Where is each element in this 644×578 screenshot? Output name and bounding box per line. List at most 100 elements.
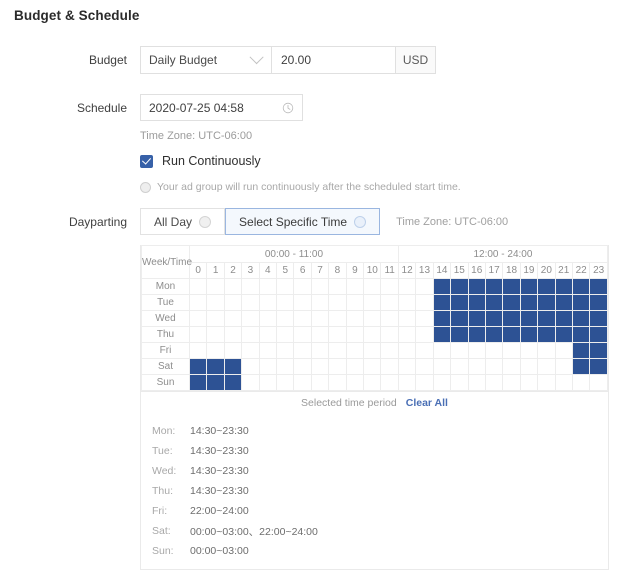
grid-cell-wed-1[interactable] — [207, 311, 224, 327]
grid-cell-wed-14[interactable] — [433, 311, 450, 327]
grid-cell-thu-13[interactable] — [416, 327, 433, 343]
grid-cell-sat-2[interactable] — [224, 359, 241, 375]
grid-cell-sat-5[interactable] — [277, 359, 294, 375]
grid-cell-wed-11[interactable] — [381, 311, 398, 327]
grid-cell-mon-20[interactable] — [538, 279, 555, 295]
grid-cell-sat-22[interactable] — [572, 359, 589, 375]
grid-cell-wed-21[interactable] — [555, 311, 572, 327]
grid-cell-tue-20[interactable] — [538, 295, 555, 311]
grid-cell-sun-17[interactable] — [485, 375, 502, 391]
grid-cell-sat-17[interactable] — [485, 359, 502, 375]
grid-cell-sun-18[interactable] — [503, 375, 520, 391]
grid-cell-fri-1[interactable] — [207, 343, 224, 359]
grid-cell-fri-6[interactable] — [294, 343, 311, 359]
grid-cell-wed-17[interactable] — [485, 311, 502, 327]
grid-cell-wed-4[interactable] — [259, 311, 276, 327]
grid-cell-sun-8[interactable] — [329, 375, 346, 391]
grid-cell-thu-21[interactable] — [555, 327, 572, 343]
grid-cell-sat-7[interactable] — [311, 359, 328, 375]
grid-cell-mon-0[interactable] — [190, 279, 207, 295]
grid-cell-sun-22[interactable] — [572, 375, 589, 391]
grid-cell-sun-7[interactable] — [311, 375, 328, 391]
grid-cell-sun-11[interactable] — [381, 375, 398, 391]
grid-cell-sat-15[interactable] — [451, 359, 468, 375]
grid-cell-wed-22[interactable] — [572, 311, 589, 327]
grid-cell-fri-23[interactable] — [590, 343, 608, 359]
grid-cell-tue-16[interactable] — [468, 295, 485, 311]
grid-cell-fri-11[interactable] — [381, 343, 398, 359]
grid-cell-wed-6[interactable] — [294, 311, 311, 327]
grid-cell-fri-13[interactable] — [416, 343, 433, 359]
grid-cell-mon-7[interactable] — [311, 279, 328, 295]
grid-cell-tue-19[interactable] — [520, 295, 537, 311]
grid-cell-fri-15[interactable] — [451, 343, 468, 359]
grid-cell-sat-10[interactable] — [364, 359, 381, 375]
grid-cell-fri-17[interactable] — [485, 343, 502, 359]
grid-cell-sat-14[interactable] — [433, 359, 450, 375]
grid-cell-tue-12[interactable] — [398, 295, 415, 311]
grid-cell-wed-2[interactable] — [224, 311, 241, 327]
grid-cell-wed-19[interactable] — [520, 311, 537, 327]
grid-cell-mon-17[interactable] — [485, 279, 502, 295]
grid-cell-mon-16[interactable] — [468, 279, 485, 295]
grid-cell-tue-21[interactable] — [555, 295, 572, 311]
grid-cell-tue-13[interactable] — [416, 295, 433, 311]
grid-cell-fri-5[interactable] — [277, 343, 294, 359]
grid-cell-sun-23[interactable] — [590, 375, 608, 391]
clear-all-button[interactable]: Clear All — [406, 397, 448, 409]
grid-cell-sat-4[interactable] — [259, 359, 276, 375]
grid-cell-mon-22[interactable] — [572, 279, 589, 295]
schedule-start-datetime-input[interactable]: 2020-07-25 04:58 — [140, 94, 303, 121]
grid-cell-fri-4[interactable] — [259, 343, 276, 359]
grid-cell-mon-9[interactable] — [346, 279, 363, 295]
grid-cell-sun-15[interactable] — [451, 375, 468, 391]
grid-cell-sat-11[interactable] — [381, 359, 398, 375]
budget-type-select[interactable]: Daily Budget — [140, 46, 272, 74]
grid-cell-thu-1[interactable] — [207, 327, 224, 343]
grid-cell-sat-13[interactable] — [416, 359, 433, 375]
grid-cell-sun-20[interactable] — [538, 375, 555, 391]
grid-cell-sat-23[interactable] — [590, 359, 608, 375]
grid-cell-tue-11[interactable] — [381, 295, 398, 311]
grid-cell-thu-16[interactable] — [468, 327, 485, 343]
grid-cell-thu-11[interactable] — [381, 327, 398, 343]
grid-cell-wed-0[interactable] — [190, 311, 207, 327]
grid-cell-sat-19[interactable] — [520, 359, 537, 375]
grid-cell-sat-1[interactable] — [207, 359, 224, 375]
grid-cell-sun-5[interactable] — [277, 375, 294, 391]
grid-cell-fri-3[interactable] — [242, 343, 259, 359]
grid-cell-mon-5[interactable] — [277, 279, 294, 295]
grid-cell-thu-14[interactable] — [433, 327, 450, 343]
grid-cell-tue-15[interactable] — [451, 295, 468, 311]
grid-cell-thu-8[interactable] — [329, 327, 346, 343]
grid-cell-mon-14[interactable] — [433, 279, 450, 295]
grid-cell-tue-10[interactable] — [364, 295, 381, 311]
grid-cell-tue-1[interactable] — [207, 295, 224, 311]
grid-cell-sun-12[interactable] — [398, 375, 415, 391]
budget-amount-input[interactable]: 20.00 — [272, 46, 396, 74]
grid-cell-sat-8[interactable] — [329, 359, 346, 375]
grid-cell-thu-12[interactable] — [398, 327, 415, 343]
grid-cell-wed-16[interactable] — [468, 311, 485, 327]
grid-cell-mon-15[interactable] — [451, 279, 468, 295]
grid-cell-tue-23[interactable] — [590, 295, 608, 311]
grid-cell-sun-9[interactable] — [346, 375, 363, 391]
grid-cell-mon-3[interactable] — [242, 279, 259, 295]
grid-cell-fri-19[interactable] — [520, 343, 537, 359]
grid-cell-sun-0[interactable] — [190, 375, 207, 391]
grid-cell-tue-17[interactable] — [485, 295, 502, 311]
grid-cell-thu-15[interactable] — [451, 327, 468, 343]
run-continuously-checkbox-row[interactable]: Run Continuously — [140, 154, 461, 168]
grid-cell-sun-4[interactable] — [259, 375, 276, 391]
grid-cell-wed-20[interactable] — [538, 311, 555, 327]
grid-cell-sun-16[interactable] — [468, 375, 485, 391]
grid-cell-fri-21[interactable] — [555, 343, 572, 359]
grid-cell-sat-16[interactable] — [468, 359, 485, 375]
grid-cell-wed-9[interactable] — [346, 311, 363, 327]
grid-cell-tue-5[interactable] — [277, 295, 294, 311]
grid-cell-mon-10[interactable] — [364, 279, 381, 295]
grid-cell-mon-13[interactable] — [416, 279, 433, 295]
grid-cell-thu-20[interactable] — [538, 327, 555, 343]
grid-cell-mon-18[interactable] — [503, 279, 520, 295]
grid-cell-mon-2[interactable] — [224, 279, 241, 295]
